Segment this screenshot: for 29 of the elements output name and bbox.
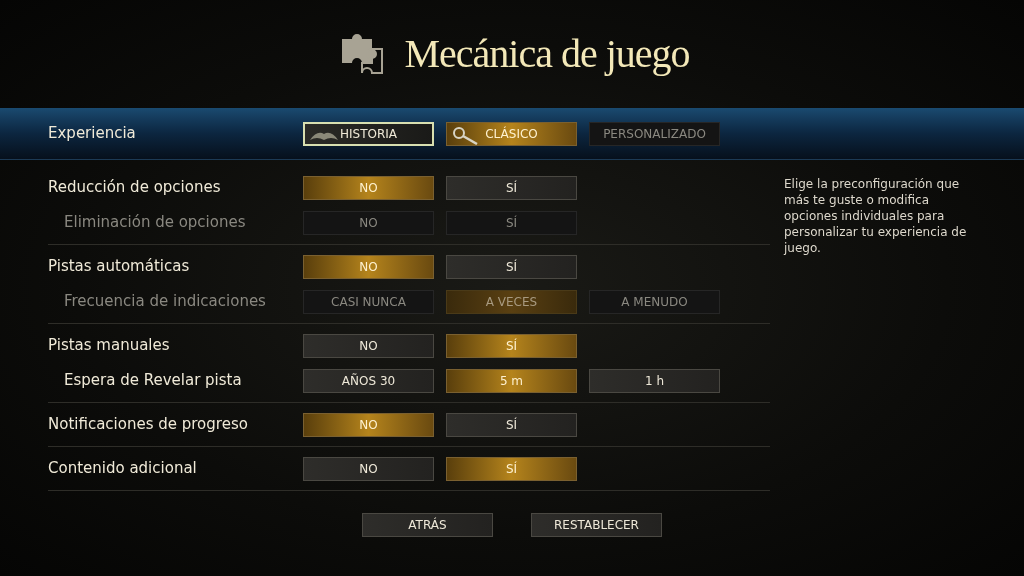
option-button[interactable]: SÍ — [446, 456, 577, 481]
description-text: Elige la preconfiguración que más te guste o modifica opciones individuales para personalizar tu experiencia de juego. — [784, 176, 968, 257]
setting-label: Espera de Revelar pista — [63, 370, 243, 392]
option-button[interactable]: HISTORIA — [303, 121, 434, 146]
option-button[interactable]: AÑOS 30 — [303, 368, 434, 393]
setting-label: Pistas automáticas — [48, 256, 191, 278]
page-title: Mecánica de juego — [404, 30, 690, 78]
setting-label: Contenido adicional — [48, 458, 198, 480]
option-button[interactable]: NO — [303, 456, 434, 481]
option-button[interactable]: SÍ — [446, 412, 577, 437]
setting-label: Reducción de opciones — [48, 177, 222, 199]
setting-label: Eliminación de opciones — [63, 212, 247, 234]
option-button[interactable]: 5 m — [446, 368, 577, 393]
option-button[interactable]: NO — [303, 254, 434, 279]
option-button[interactable]: SÍ — [446, 175, 577, 200]
setting-label: Pistas manuales — [48, 335, 171, 357]
option-button[interactable]: NO — [303, 412, 434, 437]
setting-label: Frecuencia de indicaciones — [63, 291, 267, 313]
magnifier-icon — [451, 126, 479, 145]
action-button[interactable]: RESTABLECER — [531, 513, 662, 537]
option-button[interactable]: SÍ — [446, 254, 577, 279]
action-button[interactable]: ATRÁS — [362, 513, 493, 537]
option-button[interactable]: NO — [303, 333, 434, 358]
option-button[interactable]: CLÁSICO — [446, 121, 577, 146]
setting-label: Experiencia — [48, 123, 137, 145]
option-button[interactable]: SÍ — [446, 333, 577, 358]
setting-label: Notificaciones de progreso — [48, 414, 249, 436]
option-button[interactable]: NO — [303, 175, 434, 200]
option-button[interactable]: 1 h — [589, 368, 720, 393]
